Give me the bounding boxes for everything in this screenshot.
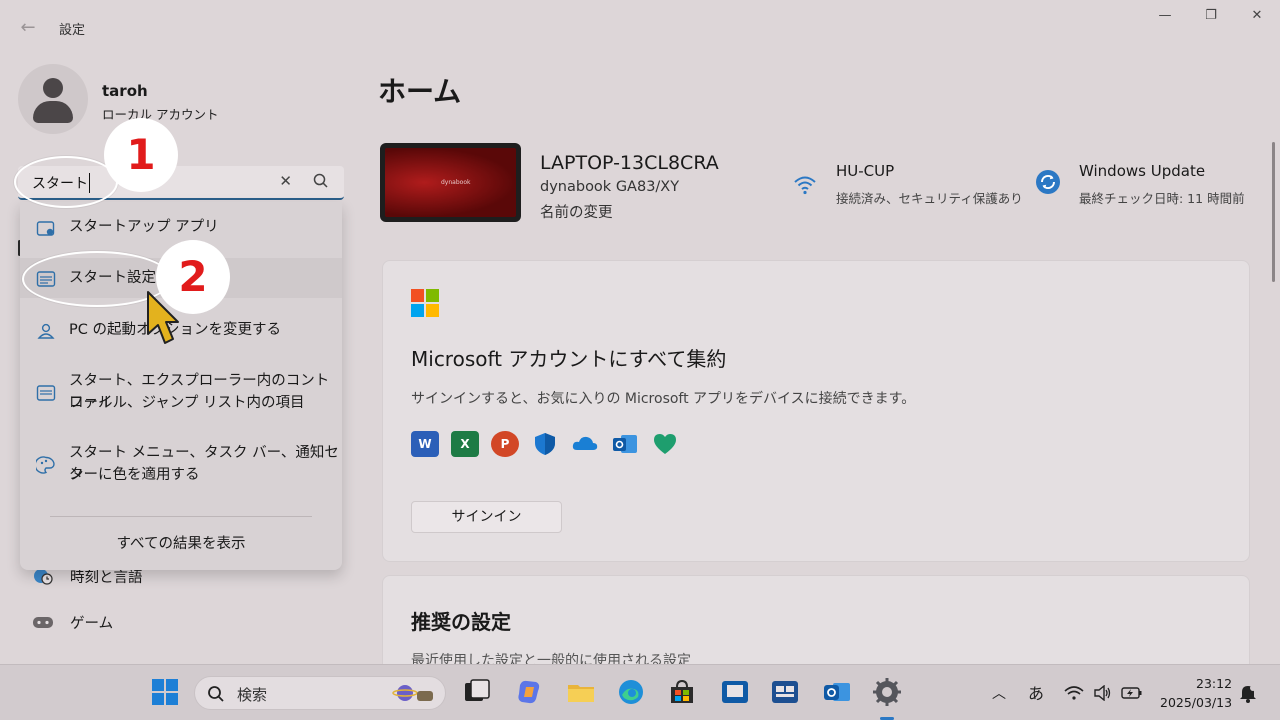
- device-model: dynabook GA83/XY: [540, 179, 680, 195]
- avatar[interactable]: [18, 64, 88, 134]
- microsoft-account-card: Microsoft アカウントにすべて集約 サインインすると、お気に入りの Mi…: [382, 260, 1250, 562]
- windows-update-status: 最終チェック日時: 11 時間前: [1079, 191, 1245, 206]
- notification-bell-icon[interactable]: [1238, 683, 1258, 703]
- start-list-icon: [36, 385, 56, 401]
- microsoft-store-icon[interactable]: [667, 677, 697, 707]
- clear-icon[interactable]: ✕: [279, 172, 292, 190]
- edge-icon[interactable]: [616, 677, 646, 707]
- search-result-label-line2: ターに色を適用する: [69, 467, 200, 483]
- minimize-button[interactable]: —: [1142, 4, 1188, 28]
- taskbar-search-box[interactable]: 検索: [194, 676, 446, 710]
- back-arrow-icon[interactable]: ←: [16, 16, 40, 40]
- settings-window: ← 設定 — ❐ ✕ taroh ローカル アカウント 時刻と言語 ゲーム スタ…: [0, 0, 1280, 695]
- wifi-tray-icon[interactable]: [1064, 685, 1084, 701]
- search-result-startup-options[interactable]: PC の起動オプションを変更する: [20, 319, 342, 345]
- page-title: ホーム: [378, 75, 462, 108]
- mouse-cursor-icon: [147, 291, 179, 344]
- palette-icon: [36, 456, 55, 474]
- title-bar: ← 設定 — ❐ ✕: [0, 0, 1280, 56]
- taskbar: 検索 ︿ あ 23:12 2025/03/13: [0, 664, 1280, 720]
- search-result-startup-apps[interactable]: スタートアップ アプリ: [20, 216, 342, 242]
- windows-start-icon[interactable]: [150, 677, 180, 707]
- excel-icon: X: [451, 431, 479, 457]
- search-result-label-line2: ファイル、ジャンプ リスト内の項目: [69, 395, 305, 411]
- family-safety-icon: [654, 434, 676, 454]
- maximize-button[interactable]: ❐: [1188, 4, 1234, 28]
- close-button[interactable]: ✕: [1234, 4, 1280, 28]
- avatar-body-icon: [33, 101, 73, 123]
- battery-icon[interactable]: [1121, 685, 1143, 701]
- search-highlight-icon: [392, 685, 433, 701]
- clock-time[interactable]: 23:12: [1196, 676, 1232, 691]
- network-name[interactable]: HU-CUP: [836, 162, 894, 180]
- annotation-highlight-search: [14, 156, 118, 208]
- outlook-icon: [613, 435, 637, 453]
- volume-icon[interactable]: [1094, 685, 1112, 701]
- windows-update-title[interactable]: Windows Update: [1079, 162, 1205, 180]
- ime-indicator[interactable]: あ: [1028, 680, 1044, 704]
- search-result-label: スタートアップ アプリ: [69, 219, 219, 235]
- search-icon: [208, 686, 224, 702]
- task-view-icon[interactable]: [462, 677, 492, 707]
- search-icon[interactable]: [312, 172, 330, 190]
- search-result-colors[interactable]: スタート メニュー、タスク バー、通知セン ターに色を適用する: [20, 442, 342, 488]
- remote-app-icon[interactable]: [720, 677, 750, 707]
- network-status: 接続済み、セキュリティ保護あり: [836, 191, 1023, 206]
- scrollbar[interactable]: [1272, 142, 1275, 282]
- device-brand-logo: dynabook: [441, 179, 471, 186]
- avatar-head-icon: [43, 78, 63, 98]
- recommended-title: 推奨の設定: [411, 610, 511, 634]
- card-title: Microsoft アカウントにすべて集約: [411, 347, 727, 371]
- file-explorer-icon[interactable]: [566, 677, 596, 707]
- copilot-icon[interactable]: [514, 677, 544, 707]
- divider: [50, 516, 312, 517]
- wifi-icon[interactable]: [792, 172, 818, 198]
- windows-update-icon[interactable]: [1035, 169, 1061, 195]
- onedrive-icon: [572, 436, 598, 450]
- rename-device-link[interactable]: 名前の変更: [540, 201, 613, 222]
- device-image: dynabook: [380, 143, 521, 222]
- show-hidden-icons-chevron-icon[interactable]: ︿: [992, 683, 1006, 703]
- annotation-step-1: 1: [104, 118, 178, 192]
- show-all-results-link[interactable]: すべての結果を表示: [20, 532, 342, 553]
- startup-options-icon: [37, 323, 55, 339]
- app-title: 設定: [59, 23, 86, 38]
- outlook-taskbar-icon[interactable]: [822, 677, 852, 707]
- device-name: LAPTOP-13CL8CRA: [540, 152, 719, 174]
- word-icon: W: [411, 431, 439, 457]
- account-type: ローカル アカウント: [102, 107, 219, 122]
- powerpoint-icon: P: [491, 431, 519, 457]
- microsoft-logo-icon: [411, 289, 439, 317]
- card-description: サインインすると、お気に入りの Microsoft アプリをデバイスに接続できま…: [411, 391, 916, 407]
- clock-date[interactable]: 2025/03/13: [1160, 695, 1232, 710]
- news-app-icon[interactable]: [770, 677, 800, 707]
- defender-icon: [535, 433, 555, 455]
- user-name: taroh: [102, 82, 148, 100]
- taskbar-search-placeholder: 検索: [237, 686, 268, 704]
- gamepad-icon: [33, 617, 53, 628]
- startup-apps-icon: [36, 221, 55, 236]
- sign-in-button[interactable]: サインイン: [411, 501, 562, 533]
- settings-gear-icon[interactable]: [872, 677, 902, 707]
- search-result-start-lists[interactable]: スタート、エクスプローラー内のコントロール ファイル、ジャンプ リスト内の項目: [20, 370, 342, 416]
- sidebar-item-label: ゲーム: [70, 616, 114, 632]
